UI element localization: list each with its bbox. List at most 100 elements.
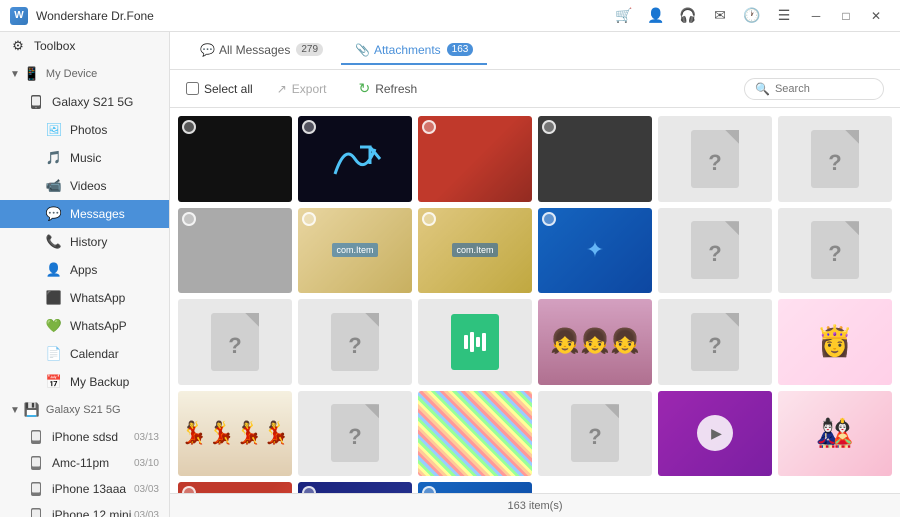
- window-controls: ─ □ ✕: [802, 5, 890, 27]
- sidebar-item-files[interactable]: 📄 Calendar: [0, 340, 169, 368]
- grid-item[interactable]: ?: [658, 116, 772, 202]
- grid-item[interactable]: ?: [298, 391, 412, 477]
- sidebar-item-videos[interactable]: 📹 Videos: [0, 172, 169, 200]
- mail-icon[interactable]: ✉: [712, 8, 728, 24]
- toolbox-label: Toolbox: [34, 39, 75, 53]
- backup-item-iphone13[interactable]: iPhone 12 mini 03/03: [0, 502, 169, 517]
- search-input[interactable]: [775, 83, 873, 95]
- files-label: Calendar: [70, 347, 119, 361]
- maximize-button[interactable]: □: [832, 5, 860, 27]
- unknown-file-icon: ?: [571, 404, 619, 462]
- backup-item-amc[interactable]: iPhone 13aaa 03/03: [0, 476, 169, 502]
- grid-item[interactable]: [538, 116, 652, 202]
- select-circle: [422, 486, 436, 493]
- sidebar-item-whatsapp[interactable]: 💚 WhatsApP: [0, 312, 169, 340]
- mydevice-arrow: ▼: [10, 69, 20, 80]
- grid-item[interactable]: com.Item: [298, 208, 412, 294]
- grid-item-inner: com.Item: [298, 208, 412, 294]
- grid-item[interactable]: [658, 391, 772, 477]
- all-messages-badge: 279: [296, 43, 323, 56]
- app-logo: W: [10, 7, 28, 25]
- messages-icon: 💬: [46, 206, 62, 222]
- items-count: 163 item(s): [507, 500, 562, 512]
- user-icon[interactable]: 👤: [648, 8, 664, 24]
- sidebar-item-callhistory[interactable]: 📞 History: [0, 228, 169, 256]
- grid-item[interactable]: [298, 116, 412, 202]
- grid-item-inner: ✦: [538, 208, 652, 294]
- grid-item[interactable]: 👧👧👧: [538, 299, 652, 385]
- grid-item[interactable]: [418, 391, 532, 477]
- backup-iphone-sdsd-icon: [28, 455, 44, 471]
- contacts-label: Apps: [70, 263, 97, 277]
- close-button[interactable]: ✕: [862, 5, 890, 27]
- select-all-checkbox[interactable]: [186, 82, 199, 95]
- export-button[interactable]: ↗ Export: [269, 78, 335, 100]
- apps-icon: ⬛: [46, 290, 62, 306]
- music-label: Music: [70, 151, 101, 165]
- grid-item[interactable]: 👸: [778, 299, 892, 385]
- grid-item[interactable]: [298, 482, 412, 493]
- grid-item[interactable]: ?: [778, 116, 892, 202]
- grid-item[interactable]: ?: [298, 299, 412, 385]
- grid-item[interactable]: [418, 482, 532, 493]
- grid-item-inner: [178, 208, 292, 294]
- photos-label: Photos: [70, 123, 107, 137]
- menu-icon[interactable]: ☰: [776, 8, 792, 24]
- grid-item[interactable]: ✦: [538, 208, 652, 294]
- cart-icon[interactable]: 🛒: [616, 8, 632, 24]
- titlebar-icons: 🛒 👤 🎧 ✉ 🕐 ☰: [616, 8, 792, 24]
- headset-icon[interactable]: 🎧: [680, 8, 696, 24]
- grid-item[interactable]: [178, 208, 292, 294]
- sidebar-section-mybackup[interactable]: ▼ 💾 Galaxy S21 5G: [0, 396, 169, 424]
- sidebar-section-mydevice[interactable]: ▼ 📱 My Device: [0, 60, 169, 88]
- select-all-label[interactable]: Select all: [186, 82, 253, 96]
- grid-item[interactable]: [178, 482, 292, 493]
- grid-item-inner: ?: [658, 116, 772, 202]
- grid-item[interactable]: [178, 116, 292, 202]
- refresh-button[interactable]: ↻ Refresh: [350, 76, 425, 101]
- grid-item[interactable]: com.Item: [418, 208, 532, 294]
- sidebar-item-calendar[interactable]: 📅 My Backup: [0, 368, 169, 396]
- grid-item[interactable]: 💃💃💃💃: [178, 391, 292, 477]
- grid-item-inner: ?: [658, 299, 772, 385]
- grid-item-inner: [538, 116, 652, 202]
- video-play-button: [697, 415, 733, 451]
- select-circle: [182, 486, 196, 493]
- backup-item-galaxy[interactable]: iPhone sdsd 03/13: [0, 424, 169, 450]
- grid-item[interactable]: ?: [538, 391, 652, 477]
- sidebar-item-toolbox[interactable]: ⚙ Toolbox: [0, 32, 169, 60]
- grid-item[interactable]: 🎎: [778, 391, 892, 477]
- sidebar-item-messages[interactable]: 💬 Messages: [0, 200, 169, 228]
- sidebar-item-photos[interactable]: 🖼 Photos: [0, 116, 169, 144]
- minimize-button[interactable]: ─: [802, 5, 830, 27]
- sidebar-item-contacts[interactable]: 👤 Apps: [0, 256, 169, 284]
- callhistory-icon: 📞: [46, 234, 62, 250]
- backup-iphone13-icon: [28, 507, 44, 517]
- select-circle: [542, 212, 556, 226]
- grid-item[interactable]: ?: [658, 208, 772, 294]
- galaxy-icon: [28, 94, 44, 110]
- grid-item-inner: [418, 482, 532, 493]
- grid-item[interactable]: ?: [778, 208, 892, 294]
- tab-all-messages[interactable]: 💬 All Messages 279: [186, 37, 337, 65]
- sidebar-item-apps[interactable]: ⬛ WhatsApp: [0, 284, 169, 312]
- messages-label: Messages: [70, 207, 125, 221]
- sidebar-item-galaxy[interactable]: Galaxy S21 5G: [0, 88, 169, 116]
- search-box[interactable]: 🔍: [744, 78, 884, 100]
- backup-iphone-sdsd-date: 03/10: [134, 458, 159, 469]
- grid-item[interactable]: ?: [658, 299, 772, 385]
- unknown-file-icon: ?: [691, 221, 739, 279]
- photos-icon: 🖼: [46, 122, 62, 138]
- grid-item[interactable]: ?: [178, 299, 292, 385]
- mybackup-arrow: ▼: [10, 405, 20, 416]
- sidebar-item-music[interactable]: 🎵 Music: [0, 144, 169, 172]
- all-messages-icon: 💬: [200, 43, 215, 57]
- grid-item[interactable]: [418, 299, 532, 385]
- grid-item[interactable]: [418, 116, 532, 202]
- whatsapp-icon: 💚: [46, 318, 62, 334]
- music-icon: 🎵: [46, 150, 62, 166]
- tab-attachments[interactable]: 📎 Attachments 163: [341, 37, 487, 65]
- history-icon[interactable]: 🕐: [744, 8, 760, 24]
- tab-bar: 💬 All Messages 279 📎 Attachments 163: [170, 32, 900, 70]
- backup-item-iphone-sdsd[interactable]: Amc-11pm 03/10: [0, 450, 169, 476]
